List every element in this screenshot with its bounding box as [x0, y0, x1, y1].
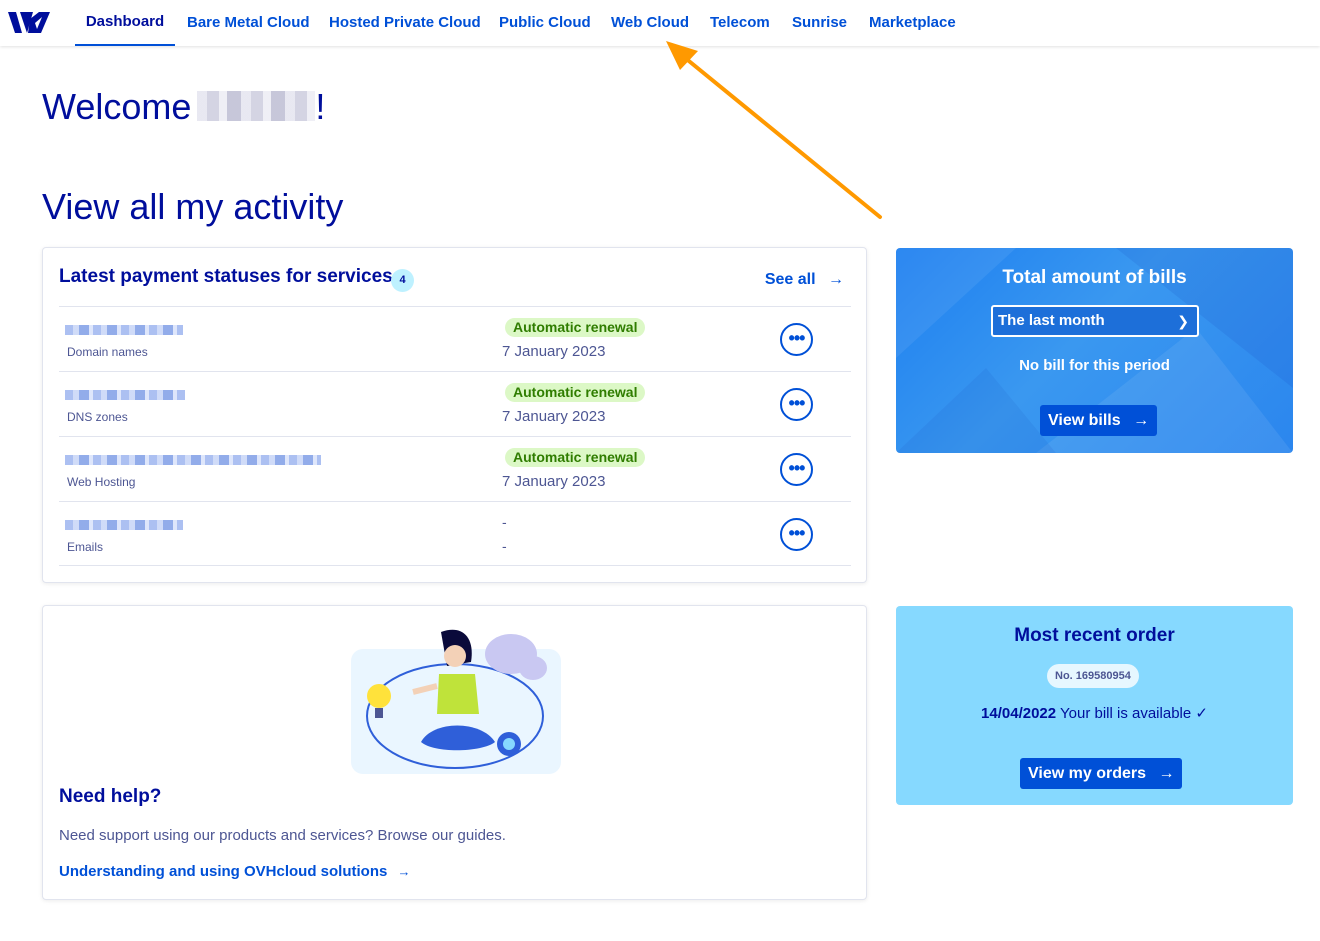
renewal-date-empty: -	[502, 538, 507, 554]
arrow-right-icon: →	[1158, 765, 1175, 782]
renewal-status-empty: -	[502, 514, 507, 530]
order-status-line: 14/04/2022 Your bill is available ✓	[896, 704, 1293, 722]
view-orders-label: View my orders	[1028, 765, 1146, 782]
top-navigation: Dashboard Bare Metal Cloud Hosted Privat…	[0, 0, 1320, 46]
guides-link-label: Understanding and using OVHcloud solutio…	[59, 863, 388, 880]
nav-public-cloud[interactable]: Public Cloud	[499, 0, 591, 46]
more-actions-button[interactable]: •••	[780, 518, 813, 551]
bills-title: Total amount of bills	[1002, 267, 1187, 288]
nav-web-cloud[interactable]: Web Cloud	[611, 0, 689, 46]
recent-order-card: Most recent order No. 169580954 14/04/20…	[896, 606, 1293, 805]
see-all-link[interactable]: See all →	[765, 271, 844, 289]
nav-bare-metal-cloud[interactable]: Bare Metal Cloud	[187, 0, 310, 46]
help-description: Need support using our products and serv…	[59, 827, 506, 844]
period-select[interactable]: The last month ❯	[991, 305, 1199, 337]
renewal-date: 7 January 2023	[502, 408, 606, 425]
guides-link[interactable]: Understanding and using OVHcloud solutio…	[59, 863, 411, 880]
service-type: Web Hosting	[67, 475, 136, 489]
arrow-right-icon: →	[828, 271, 844, 288]
renewal-status-badge: Automatic renewal	[505, 383, 646, 402]
welcome-prefix: Welcome	[42, 86, 192, 127]
renewal-date: 7 January 2023	[502, 473, 606, 490]
chevron-down-icon: ❯	[1177, 313, 1189, 329]
service-row: Web Hosting Automatic renewal 7 January …	[59, 436, 851, 501]
ellipsis-icon: •••	[788, 393, 806, 413]
ellipsis-icon: •••	[788, 523, 806, 543]
see-all-label: See all	[764, 271, 816, 288]
activity-heading: View all my activity	[42, 186, 344, 227]
view-orders-button[interactable]: View my orders →	[1020, 758, 1183, 789]
total-bills-card: Total amount of bills The last month ❯ N…	[896, 248, 1293, 453]
support-illustration	[351, 629, 561, 774]
service-type: Domain names	[67, 345, 148, 359]
order-status: Your bill is available	[1060, 705, 1192, 722]
ellipsis-icon: •••	[788, 328, 806, 348]
blurred-service-name	[65, 520, 183, 530]
renewal-status-badge: Automatic renewal	[505, 448, 646, 467]
renewal-date: 7 January 2023	[502, 343, 606, 360]
blurred-service-name	[65, 325, 183, 335]
more-actions-button[interactable]: •••	[780, 388, 813, 421]
nav-hosted-private-cloud[interactable]: Hosted Private Cloud	[329, 0, 481, 46]
service-row: DNS zones Automatic renewal 7 January 20…	[59, 371, 851, 436]
nav-dashboard[interactable]: Dashboard	[75, 0, 175, 46]
view-bills-label: View bills	[1048, 412, 1121, 429]
checkmark-icon: ✓	[1195, 705, 1208, 722]
service-type: Emails	[67, 540, 104, 554]
blurred-service-name	[65, 455, 321, 465]
nav-sunrise[interactable]: Sunrise	[792, 0, 847, 46]
service-row: Domain names Automatic renewal 7 January…	[59, 306, 851, 371]
more-actions-button[interactable]: •••	[780, 453, 813, 486]
ellipsis-icon: •••	[788, 458, 806, 478]
renewal-status-badge: Automatic renewal	[505, 318, 646, 337]
arrow-right-icon: →	[1133, 412, 1150, 429]
service-count-badge: 4	[391, 269, 414, 292]
nav-telecom[interactable]: Telecom	[710, 0, 770, 46]
view-bills-button[interactable]: View bills →	[1040, 405, 1158, 436]
payment-status-card: Latest payment statuses for services 4 S…	[42, 247, 867, 583]
arrow-right-icon: →	[397, 864, 411, 879]
welcome-suffix: !	[315, 86, 326, 127]
order-number-badge: No. 169580954	[1047, 664, 1139, 688]
welcome-heading: Welcome!	[42, 86, 325, 128]
order-title: Most recent order	[1014, 625, 1175, 646]
blurred-username	[197, 91, 316, 121]
period-select-value: The last month	[998, 312, 1105, 329]
help-title: Need help?	[59, 786, 162, 807]
help-card: Need help? Need support using our produc…	[42, 605, 867, 900]
order-date: 14/04/2022	[981, 705, 1057, 722]
ovhcloud-logo-icon[interactable]	[6, 9, 52, 37]
nav-marketplace[interactable]: Marketplace	[869, 0, 956, 46]
more-actions-button[interactable]: •••	[780, 323, 813, 356]
payment-card-title: Latest payment statuses for services	[59, 266, 393, 287]
service-type: DNS zones	[67, 410, 128, 424]
blurred-service-name	[65, 390, 185, 400]
no-bill-message: No bill for this period	[1019, 357, 1170, 374]
service-row: Emails - - •••	[59, 501, 851, 566]
